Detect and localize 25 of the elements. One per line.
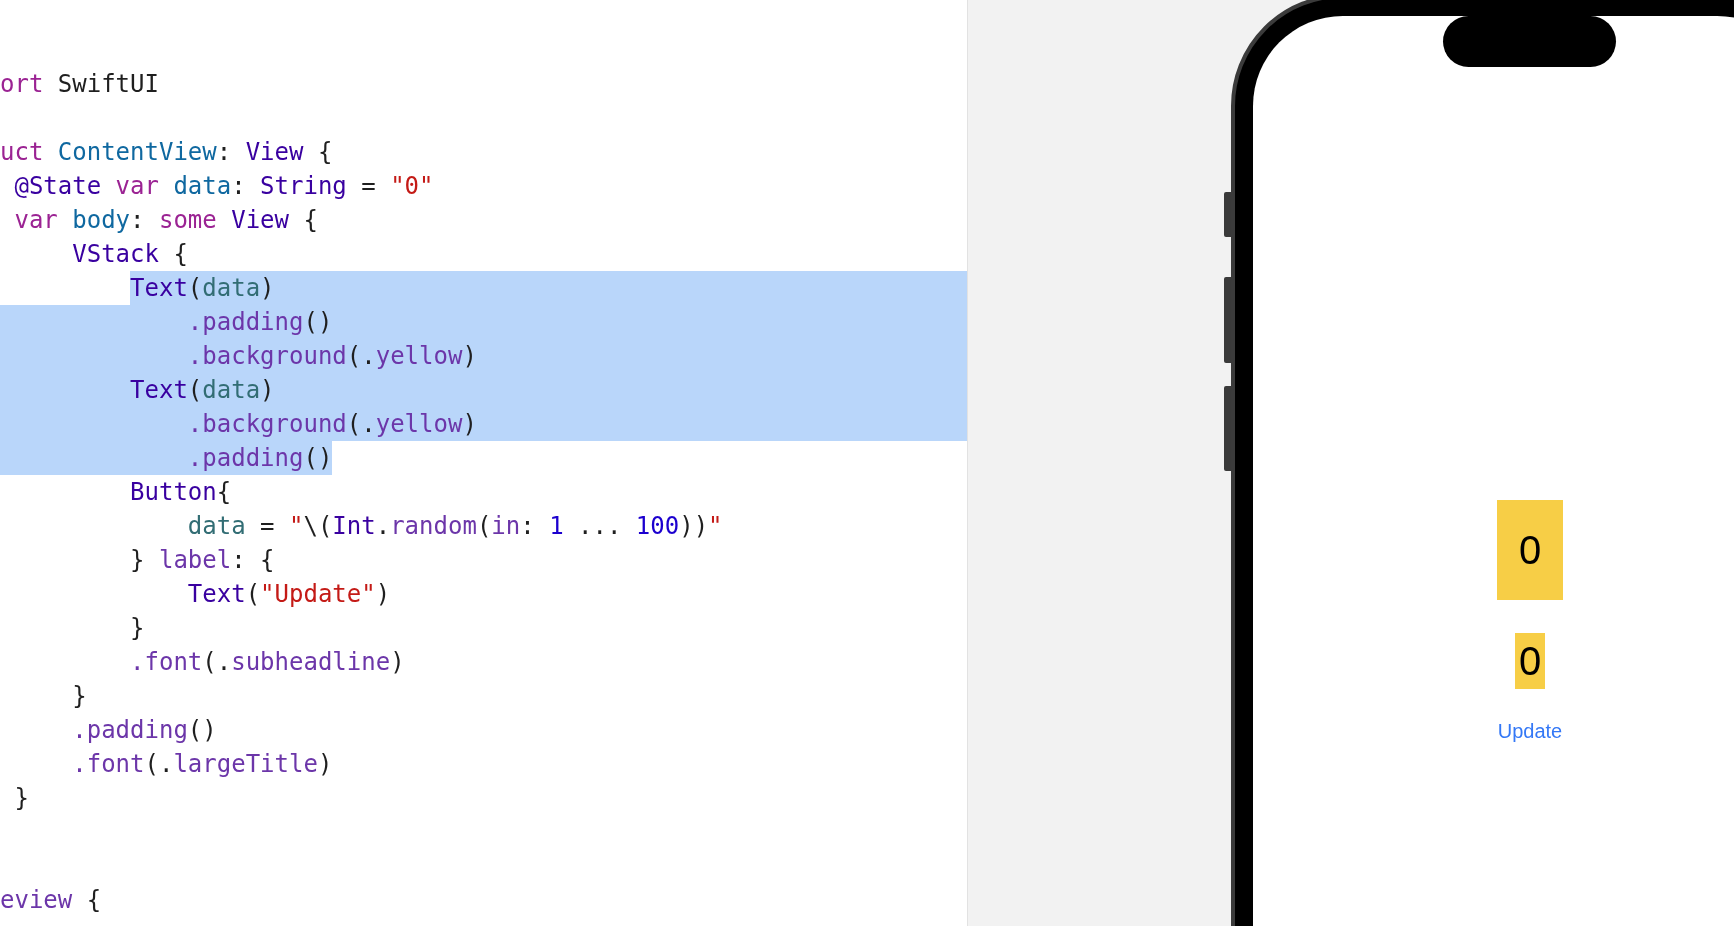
code-line: Text("Update") [187,579,391,610]
code-line: Text(data) [130,375,275,406]
code-line: } [14,783,29,814]
code-line: } label: { [130,545,275,576]
number-label: 0 [1496,500,1564,600]
code-line: var body: some View { [14,205,318,236]
code-line: eview { [0,885,102,916]
number-label: 0 [1514,633,1546,689]
code-line: .padding() [187,443,333,474]
code-line: ort SwiftUI [0,69,159,100]
code-line: Button{ [130,477,232,508]
code-line: .background(.yellow) [187,409,477,440]
code-line: } [130,613,145,644]
code-line: @State var data: String = "0" [14,171,434,202]
code-line: } [72,681,87,712]
code-line: Text(data) [130,273,275,304]
code-line: .font(.largeTitle) [72,749,333,780]
code-line: uct ContentView: View { [0,137,333,168]
code-line: .background(.yellow) [187,341,477,372]
code-line: .font(.subheadline) [130,647,405,678]
code-line: .padding() [72,715,217,746]
code-line: VStack { [72,239,188,270]
code-line: .padding() [187,307,333,338]
code-line: data = "\(Int.random(in: 1 ... 100))" [187,511,723,542]
update-button[interactable]: Update [1497,719,1563,743]
